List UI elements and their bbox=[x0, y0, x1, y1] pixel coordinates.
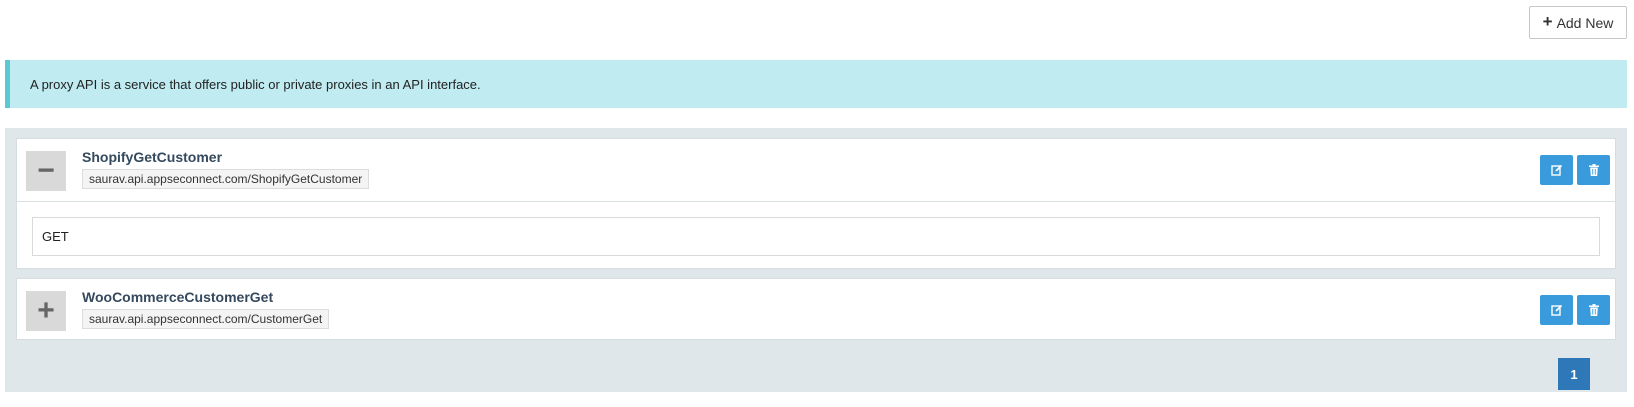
proxy-name: ShopifyGetCustomer bbox=[82, 149, 223, 165]
proxy-card-body: GET bbox=[17, 201, 1615, 270]
delete-button[interactable] bbox=[1577, 155, 1610, 185]
edit-icon bbox=[1550, 164, 1562, 176]
http-method-field: GET bbox=[32, 217, 1600, 256]
delete-button[interactable] bbox=[1577, 295, 1610, 325]
info-text: A proxy API is a service that offers pub… bbox=[30, 76, 481, 92]
collapse-toggle-button[interactable]: − bbox=[26, 151, 66, 191]
edit-button[interactable] bbox=[1540, 295, 1573, 325]
proxy-url: saurav.api.appseconnect.com/ShopifyGetCu… bbox=[82, 169, 370, 189]
plus-icon: + bbox=[1542, 12, 1553, 31]
trash-icon bbox=[1588, 164, 1599, 176]
info-alert: A proxy API is a service that offers pub… bbox=[5, 60, 1627, 108]
proxy-card-header: − ShopifyGetCustomer saurav.api.appsecon… bbox=[17, 139, 1615, 201]
edit-icon bbox=[1550, 304, 1562, 316]
proxy-card-header: + WooCommerceCustomerGet saurav.api.apps… bbox=[17, 279, 1615, 341]
edit-button[interactable] bbox=[1540, 155, 1573, 185]
proxy-name: WooCommerceCustomerGet bbox=[82, 289, 274, 305]
proxy-card: + WooCommerceCustomerGet saurav.api.apps… bbox=[16, 278, 1616, 340]
trash-icon bbox=[1588, 304, 1599, 316]
expand-toggle-button[interactable]: + bbox=[26, 291, 66, 331]
proxy-url: saurav.api.appseconnect.com/CustomerGet bbox=[82, 309, 330, 329]
add-new-label: Add New bbox=[1556, 14, 1614, 31]
proxy-list-panel: − ShopifyGetCustomer saurav.api.appsecon… bbox=[5, 128, 1627, 392]
add-new-button[interactable]: + Add New bbox=[1529, 6, 1627, 39]
pagination-page-1[interactable]: 1 bbox=[1558, 358, 1590, 390]
proxy-card: − ShopifyGetCustomer saurav.api.appsecon… bbox=[16, 138, 1616, 269]
